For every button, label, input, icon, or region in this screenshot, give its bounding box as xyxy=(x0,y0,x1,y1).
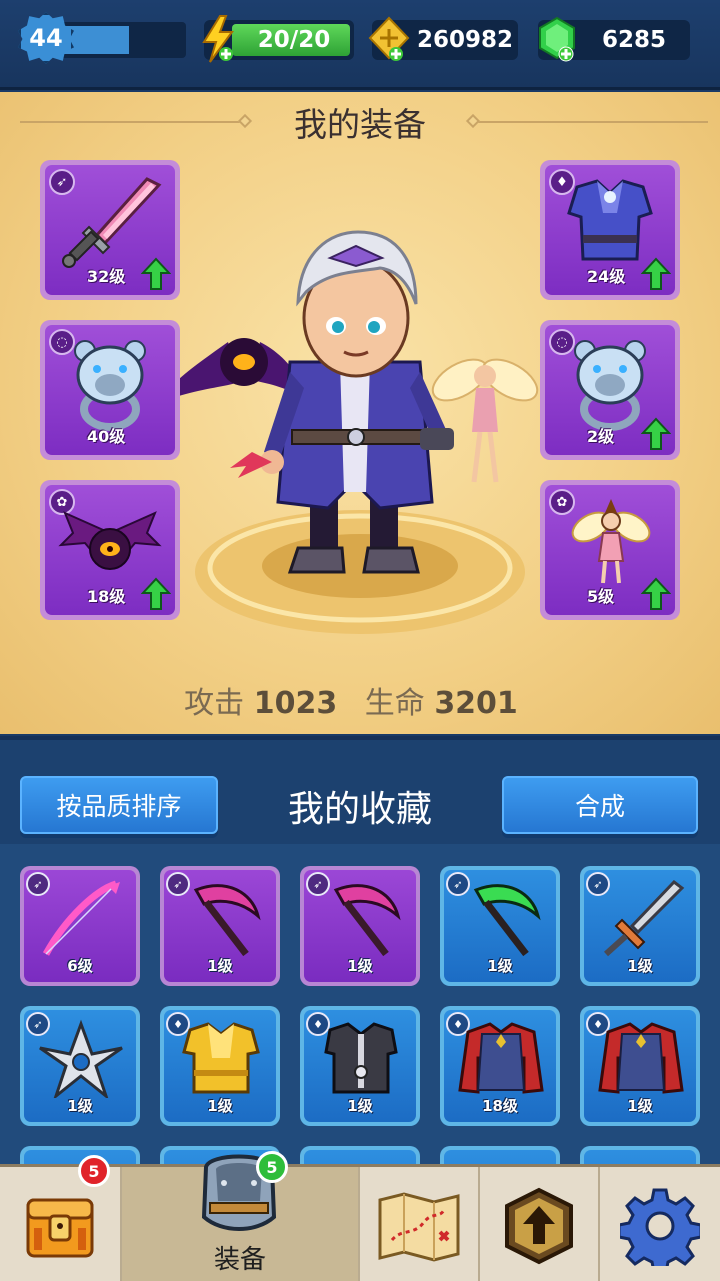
hero-stats: 攻击 1023 生命 3201 xyxy=(0,678,720,722)
tab-map[interactable] xyxy=(360,1167,480,1281)
dark-vest-icon xyxy=(324,1022,398,1094)
equipment-panel: 我的装备 ➶ 32级 ◌ 40级 ✿ 18级 ♦ 24级 ◌ 2级 ✿ 5级 攻… xyxy=(0,92,720,734)
item-level: 1级 xyxy=(487,957,513,975)
collection-grid: ➶ 6级 ➶ 1级 ➶ 1级 ➶ 1级 ➶ 1级 ➶ 1级 ♦ 1级 ♦ 1级 … xyxy=(0,844,720,1164)
upgrade-arrow-icon xyxy=(641,577,671,610)
slot-level: 40级 xyxy=(87,427,126,446)
chest-badge: 5 xyxy=(78,1155,110,1187)
collection-header: 按品质排序 我的收藏 合成 xyxy=(0,736,720,844)
item-level: 1级 xyxy=(207,1097,233,1115)
upgrade-shield-icon xyxy=(505,1187,573,1264)
equipment-badge: 5 xyxy=(256,1151,288,1183)
item-level: 1级 xyxy=(347,1097,373,1115)
upgrade-arrow-icon xyxy=(141,257,171,290)
weapon-slot[interactable]: ➶ 32级 xyxy=(40,160,180,300)
slot-level: 32级 xyxy=(87,267,126,286)
red-robe-icon xyxy=(458,1022,544,1094)
ring-slot-left[interactable]: ◌ 40级 xyxy=(40,320,180,460)
gold-armor-icon xyxy=(182,1022,260,1094)
energy-value: 20/20 xyxy=(257,27,331,53)
hero-character[interactable] xyxy=(180,212,540,642)
armor-slot[interactable]: ♦ 24级 xyxy=(540,160,680,300)
slot-level: 5级 xyxy=(587,587,615,606)
collection-item[interactable]: ➶ 6级 xyxy=(20,866,140,986)
tab-settings[interactable] xyxy=(600,1167,720,1281)
shuriken-icon xyxy=(39,1019,123,1098)
slot-level: 24级 xyxy=(587,267,626,286)
tab-equipment[interactable]: 5 装备 xyxy=(122,1151,360,1281)
slot-level: 2级 xyxy=(587,427,615,446)
tab-chest[interactable]: 5 xyxy=(0,1155,122,1281)
slot-level: 18级 xyxy=(87,587,126,606)
collection-title: 我的收藏 xyxy=(287,789,432,830)
item-level: 1级 xyxy=(207,957,233,975)
treasure-map-icon xyxy=(378,1191,460,1262)
attack-value: 1023 xyxy=(253,686,338,721)
item-level: 1级 xyxy=(67,1097,93,1115)
green-gem-icon xyxy=(539,16,575,62)
top-status-bar: 44 20/20 260982 6285 xyxy=(0,0,720,90)
red-robe-icon xyxy=(598,1022,684,1094)
tab-equipment-label: 装备 xyxy=(213,1245,266,1275)
collection-item[interactable]: ♦ 1级 xyxy=(300,1006,420,1126)
green-scythe-icon xyxy=(473,884,541,957)
collection-item-partial[interactable] xyxy=(300,1146,420,1164)
attack-label: 攻击 xyxy=(184,686,245,721)
hp-label: 生命 xyxy=(364,686,425,721)
hp-value: 3201 xyxy=(434,686,518,721)
item-level: 1级 xyxy=(347,957,373,975)
energy-counter[interactable]: 20/20 xyxy=(202,15,354,63)
gem-value: 6285 xyxy=(601,27,666,53)
collection-item[interactable]: ➶ 1级 xyxy=(440,866,560,986)
bottom-nav: 5 5 装备 xyxy=(0,1151,720,1281)
sword-icon xyxy=(603,880,685,957)
gem-counter[interactable]: 6285 xyxy=(538,16,690,62)
gold-ticket-icon xyxy=(368,16,410,61)
collection-item-partial[interactable] xyxy=(580,1146,700,1164)
collection-item[interactable]: ➶ 1级 xyxy=(160,866,280,986)
tab-upgrade[interactable] xyxy=(480,1167,600,1281)
sort-by-quality-button[interactable]: 按品质排序 xyxy=(20,776,218,834)
upgrade-arrow-icon xyxy=(141,577,171,610)
gold-value: 260982 xyxy=(416,27,514,53)
equipment-title: 我的装备 xyxy=(294,105,426,144)
ring-slot-right[interactable]: ◌ 2级 xyxy=(540,320,680,460)
item-level: 18级 xyxy=(482,1097,518,1115)
collection-item[interactable]: ♦ 1级 xyxy=(160,1006,280,1126)
scythe-icon xyxy=(193,884,261,957)
scythe-icon xyxy=(333,884,401,957)
collection-item-partial[interactable] xyxy=(440,1146,560,1164)
collection-item[interactable]: ♦ 1级 xyxy=(580,1006,700,1126)
collection-item[interactable]: ➶ 1级 xyxy=(580,866,700,986)
treasure-chest-icon xyxy=(26,1198,94,1257)
gold-counter[interactable]: 260982 xyxy=(368,16,518,61)
pet-slot-left[interactable]: ✿ 18级 xyxy=(40,480,180,620)
collection-item[interactable]: ➶ 1级 xyxy=(300,866,420,986)
collection-item[interactable]: ♦ 18级 xyxy=(440,1006,560,1126)
item-level: 1级 xyxy=(627,1097,653,1115)
collection-item[interactable]: ➶ 1级 xyxy=(20,1006,140,1126)
upgrade-arrow-icon xyxy=(641,257,671,290)
merge-button[interactable]: 合成 xyxy=(502,776,698,834)
xp-bar xyxy=(60,22,186,58)
bow-icon xyxy=(42,880,120,956)
item-level: 6级 xyxy=(67,957,93,975)
upgrade-arrow-icon xyxy=(641,417,671,450)
gear-icon xyxy=(620,1188,700,1266)
pet-slot-right[interactable]: ✿ 5级 xyxy=(540,480,680,620)
bear-ring-icon xyxy=(74,340,146,431)
item-level: 1级 xyxy=(627,957,653,975)
